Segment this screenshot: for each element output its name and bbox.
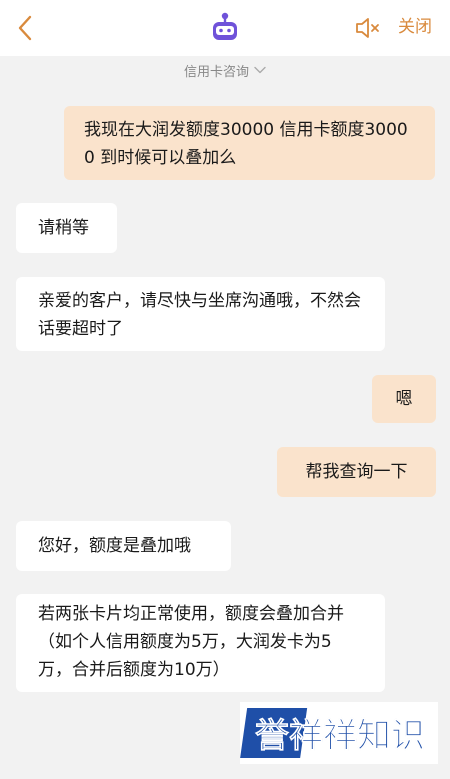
header-bar: 关闭 [0, 0, 450, 56]
back-button[interactable] [10, 12, 40, 44]
watermark-logo: 誉祥祥知识 [240, 702, 438, 764]
user-message: 嗯 [372, 375, 436, 423]
svg-text:誉祥祥知识: 誉祥祥知识 [255, 716, 425, 756]
user-message: 我现在大润发额度30000 信用卡额度30000 到时候可以叠加么 [64, 106, 435, 180]
topic-selector[interactable]: 信用卡咨询 [0, 56, 450, 84]
robot-avatar-icon [213, 12, 237, 40]
chevron-left-icon [18, 15, 32, 41]
chevron-down-icon [254, 66, 266, 74]
bot-message: 您好，额度是叠加哦 [16, 521, 231, 571]
close-button[interactable]: 关闭 [398, 15, 432, 39]
chat-screen: 关闭 信用卡咨询 我现在大润发额度30000 信用卡额度30000 到时候可以叠… [0, 0, 450, 779]
bot-message: 若两张卡片均正常使用，额度会叠加合并（如个人信用额度为5万，大润发卡为5万，合并… [16, 594, 385, 692]
speaker-mute-icon[interactable] [354, 16, 382, 40]
user-message: 帮我查询一下 [277, 447, 436, 497]
bot-message: 请稍等 [16, 203, 117, 253]
bot-message: 亲爱的客户，请尽快与坐席沟通哦，不然会话要超时了 [16, 277, 385, 351]
topic-label: 信用卡咨询 [183, 64, 249, 80]
